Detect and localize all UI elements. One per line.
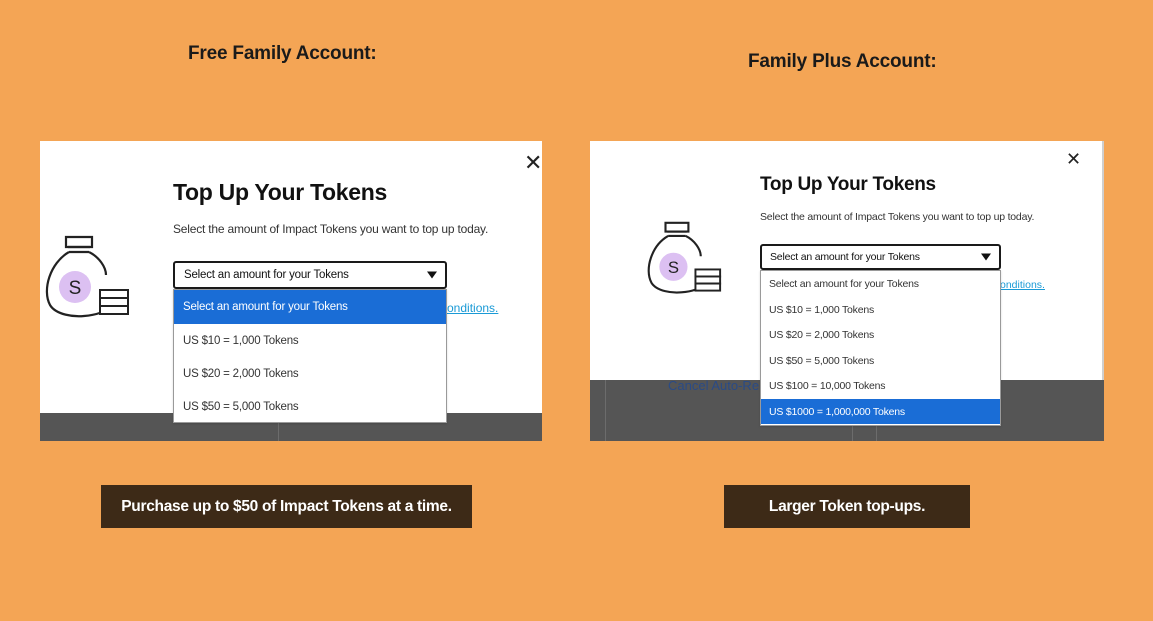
- modal-title: Top Up Your Tokens: [760, 174, 936, 195]
- dropdown-option[interactable]: Select an amount for your Tokens: [761, 271, 1000, 297]
- select-value: Select an amount for your Tokens: [770, 251, 920, 263]
- family-plus-heading: Family Plus Account:: [748, 51, 937, 72]
- chevron-down-icon: [427, 271, 437, 279]
- family-plus-caption: Larger Token top-ups.: [724, 485, 970, 528]
- cancel-auto-renew-link[interactable]: Cancel Auto-Re: [668, 378, 759, 393]
- free-family-heading: Free Family Account:: [188, 43, 377, 64]
- select-value: Select an amount for your Tokens: [184, 269, 349, 281]
- free-family-caption: Purchase up to $50 of Impact Tokens at a…: [101, 485, 472, 528]
- dropdown-option[interactable]: US $10 = 1,000 Tokens: [174, 324, 446, 357]
- dropdown-option[interactable]: US $20 = 2,000 Tokens: [761, 322, 1000, 348]
- token-amount-dropdown: Select an amount for your Tokens US $10 …: [173, 289, 447, 423]
- token-amount-dropdown: Select an amount for your Tokens US $10 …: [760, 270, 1001, 426]
- money-bag-icon: S: [647, 221, 722, 294]
- icon-letter: S: [668, 258, 679, 277]
- terms-link[interactable]: onditions.: [1000, 279, 1045, 291]
- modal-description: Select the amount of Impact Tokens you w…: [760, 211, 1035, 223]
- dropdown-option[interactable]: US $10 = 1,000 Tokens: [761, 297, 1000, 322]
- close-icon[interactable]: ✕: [524, 152, 542, 174]
- icon-letter: S: [69, 278, 82, 299]
- money-bag-icon: S: [45, 235, 129, 318]
- token-amount-select[interactable]: Select an amount for your Tokens: [760, 244, 1001, 270]
- free-family-modal: ✕ S Top Up Your Tokens Select the amount…: [40, 141, 542, 441]
- token-amount-select[interactable]: Select an amount for your Tokens: [173, 261, 447, 289]
- chevron-down-icon: [981, 253, 991, 261]
- dropdown-option[interactable]: US $100 = 10,000 Tokens: [761, 373, 1000, 399]
- modal-description: Select the amount of Impact Tokens you w…: [173, 222, 489, 236]
- terms-link[interactable]: onditions.: [447, 301, 498, 315]
- dropdown-option[interactable]: US $50 = 5,000 Tokens: [174, 390, 446, 423]
- dropdown-option[interactable]: US $50 = 5,000 Tokens: [761, 348, 1000, 373]
- modal-title: Top Up Your Tokens: [173, 179, 387, 205]
- dropdown-option[interactable]: Select an amount for your Tokens: [174, 290, 446, 324]
- close-icon[interactable]: ✕: [1066, 150, 1081, 168]
- family-plus-modal: Cancel Auto-Re ✕ S Top Up Your Tokens Se…: [590, 141, 1104, 441]
- dropdown-option[interactable]: US $1000 = 1,000,000 Tokens: [761, 399, 1000, 424]
- dropdown-option[interactable]: US $20 = 2,000 Tokens: [174, 357, 446, 390]
